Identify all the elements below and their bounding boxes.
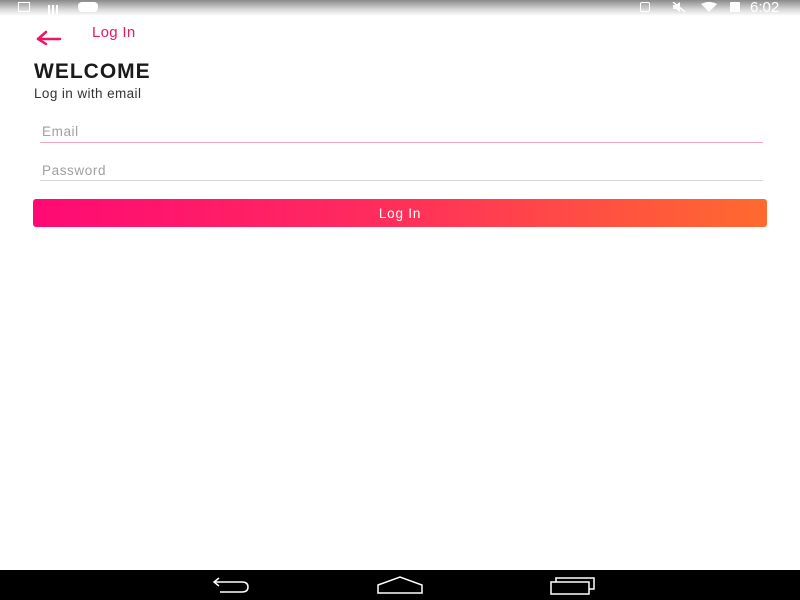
arrow-left-icon[interactable] [34, 24, 64, 46]
download-icon [18, 2, 30, 12]
signal-bars-icon [48, 2, 62, 15]
youtube-icon [78, 2, 98, 12]
home-icon[interactable] [376, 574, 424, 596]
page-title: Log In [92, 24, 136, 41]
back-icon[interactable] [206, 574, 252, 596]
battery-icon [730, 2, 740, 12]
status-bar: 6:02 [0, 0, 800, 16]
welcome-heading: WELCOME [34, 60, 151, 83]
wifi-icon [701, 2, 717, 12]
password-field[interactable] [40, 158, 763, 181]
login-button[interactable]: Log In [33, 199, 767, 227]
mute-icon [672, 2, 686, 12]
system-navigation-bar [0, 570, 800, 600]
status-time: 6:02 [750, 0, 780, 16]
email-field[interactable] [40, 120, 763, 143]
top-app-bar: Log In [0, 20, 800, 50]
login-subtitle: Log in with email [34, 86, 142, 101]
recents-icon[interactable] [548, 574, 596, 596]
sim-icon [640, 2, 650, 12]
